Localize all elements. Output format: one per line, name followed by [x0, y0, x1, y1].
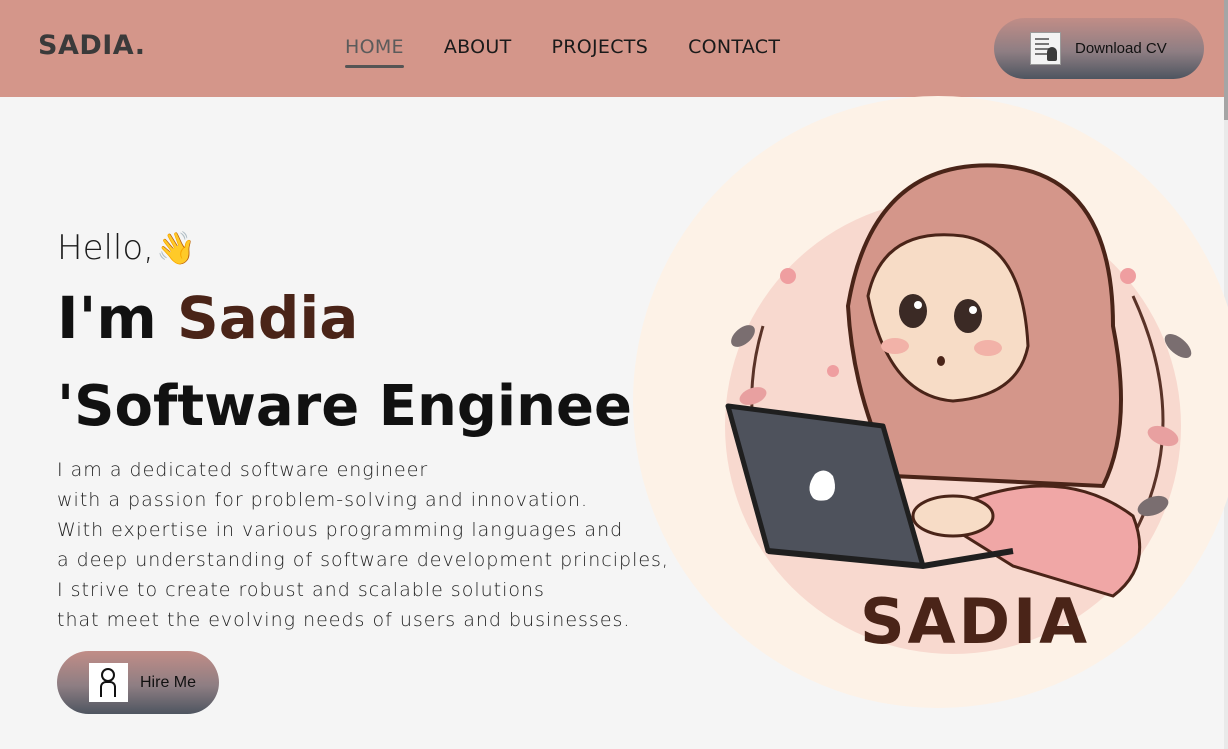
download-cv-label: Download CV — [1075, 40, 1167, 57]
intro-heading: I'm Sadia — [57, 284, 358, 352]
hire-me-button[interactable]: Hire Me — [57, 651, 219, 714]
site-header: SADIA. HOME ABOUT PROJECTS CONTACT Downl… — [0, 0, 1224, 97]
bio-line: a deep understanding of software develop… — [57, 549, 669, 571]
nav-projects[interactable]: PROJECTS — [552, 36, 649, 58]
greeting: Hello, 👋 — [57, 228, 196, 268]
download-cv-button[interactable]: Download CV — [994, 18, 1204, 79]
role-text: 'Software Engineer' — [57, 374, 677, 439]
intro-name: Sadia — [176, 284, 359, 352]
illustration-label: SADIA — [860, 585, 1091, 658]
bio-paragraph: I am a dedicated software engineer with … — [57, 455, 669, 635]
intro-prefix: I'm — [57, 284, 157, 352]
hire-me-label: Hire Me — [140, 673, 197, 691]
waving-hand-icon: 👋 — [156, 229, 196, 267]
bio-line: with a passion for problem-solving and i… — [57, 489, 589, 511]
greeting-text: Hello, — [57, 228, 154, 268]
bio-line: With expertise in various programming la… — [57, 519, 624, 541]
bio-line: that meet the evolving needs of users an… — [57, 609, 631, 631]
nav-about[interactable]: ABOUT — [444, 36, 512, 58]
person-check-icon — [89, 663, 128, 702]
document-icon — [1030, 32, 1061, 65]
site-logo[interactable]: SADIA. — [38, 30, 145, 61]
nav-contact[interactable]: CONTACT — [688, 36, 780, 58]
main-nav: HOME ABOUT PROJECTS CONTACT — [345, 36, 780, 68]
bio-line: I am a dedicated software engineer — [57, 459, 429, 481]
nav-home[interactable]: HOME — [345, 36, 404, 68]
bio-line: I strive to create robust and scalable s… — [57, 579, 545, 601]
